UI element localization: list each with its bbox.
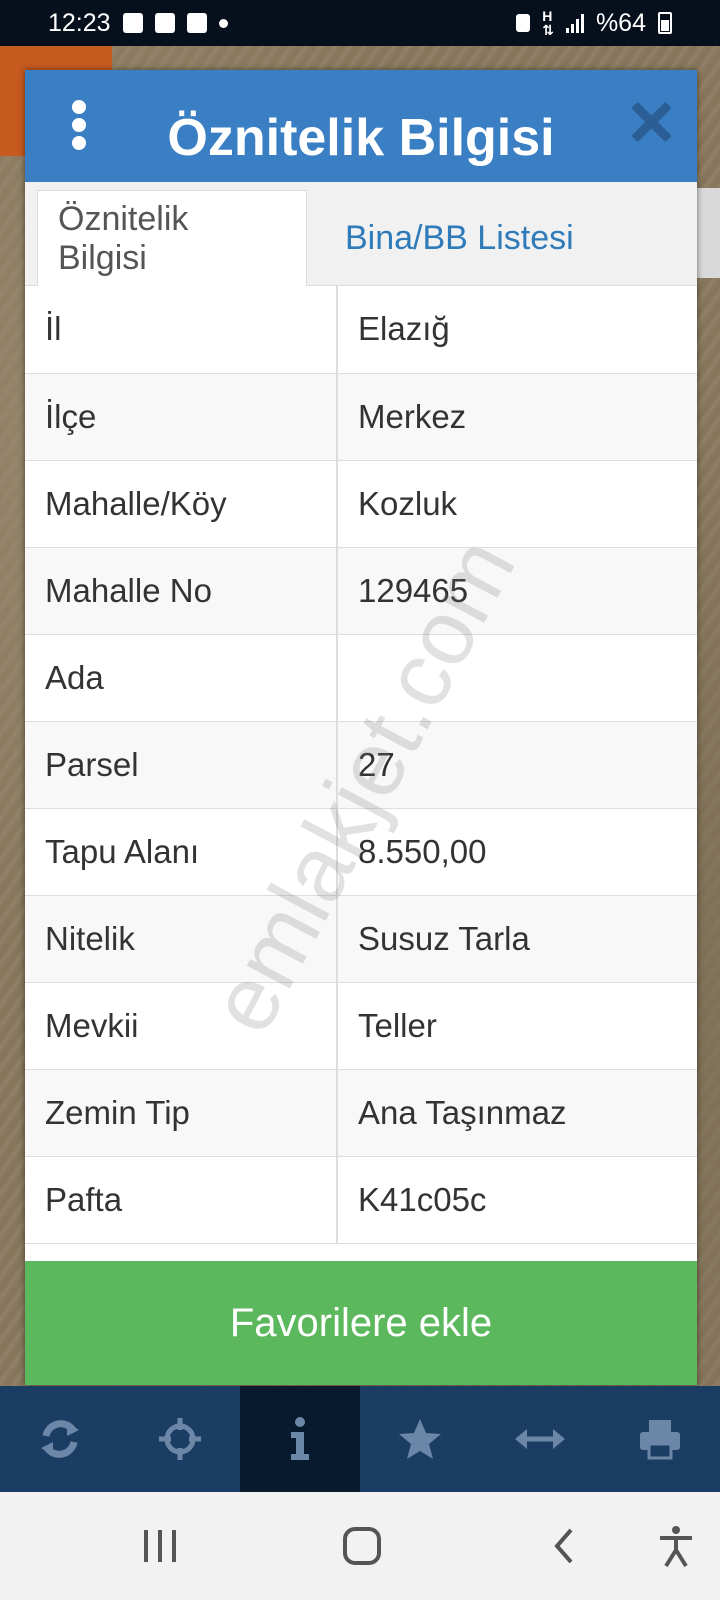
accessibility-button[interactable] [640, 1510, 712, 1582]
row-key: Parsel [25, 721, 338, 809]
row-key: Mahalle No [25, 547, 338, 635]
close-icon[interactable] [629, 100, 673, 144]
star-icon [399, 1419, 441, 1459]
table-row: Pafta K41c05c [25, 1156, 697, 1244]
row-key: Mevkii [25, 982, 338, 1070]
gallery-icon [122, 13, 143, 33]
status-bar: 12:23 H ⇅ %64 [0, 0, 720, 46]
locate-button[interactable] [120, 1386, 240, 1492]
table-row: İlçe Merkez [25, 373, 697, 461]
row-value: Teller [337, 982, 697, 1070]
info-icon [291, 1417, 309, 1460]
favorites-button[interactable] [360, 1386, 480, 1492]
row-value [337, 634, 697, 722]
row-key: İl [25, 286, 338, 374]
row-value: Susuz Tarla [337, 895, 697, 983]
table-row: Mahalle/Köy Kozluk [25, 460, 697, 548]
table-row: Nitelik Susuz Tarla [25, 895, 697, 983]
row-value: Elazığ [337, 286, 697, 374]
recent-apps-icon [144, 1530, 176, 1562]
status-right: H ⇅ %64 [516, 9, 672, 38]
row-key: İlçe [25, 373, 338, 461]
row-value: Merkez [337, 373, 697, 461]
print-button[interactable] [600, 1386, 720, 1492]
dialog-title: Öznitelik Bilgisi [167, 109, 555, 167]
measure-icon [515, 1429, 565, 1449]
status-time: 12:23 [48, 8, 111, 37]
tab-bar: Öznitelik Bilgisi Bina/BB Listesi [25, 182, 697, 286]
back-button[interactable] [528, 1510, 600, 1582]
row-key: Tapu Alanı [25, 808, 338, 896]
facebook-icon [154, 13, 175, 33]
recycle-icon [516, 14, 531, 32]
row-value: Kozluk [337, 460, 697, 548]
attribute-table: İl Elazığ İlçe Merkez Mahalle/Köy Kozluk Ma… [25, 286, 697, 1244]
measure-button[interactable] [480, 1386, 600, 1492]
table-row: Tapu Alanı 8.550,00 [25, 808, 697, 896]
accessibility-icon [660, 1526, 692, 1568]
dialog-header: Öznitelik Bilgisi [25, 70, 697, 182]
table-row: İl Elazığ [25, 286, 697, 374]
table-row: Mahalle No 129465 [25, 547, 697, 635]
tab-building-list[interactable]: Bina/BB Listesi [325, 190, 594, 286]
row-value: 27 [337, 721, 697, 809]
table-row: Mevkii Teller [25, 982, 697, 1070]
row-key: Zemin Tip [25, 1069, 338, 1157]
row-key: Pafta [25, 1156, 338, 1244]
map-toolbar [0, 1386, 720, 1492]
back-icon [554, 1528, 573, 1564]
row-value: 129465 [337, 547, 697, 635]
row-value: K41c05c [337, 1156, 697, 1244]
attribute-dialog: Öznitelik Bilgisi Öznitelik Bilgisi Bina… [25, 70, 697, 1385]
recent-apps-button[interactable] [124, 1510, 196, 1582]
notification-dot [218, 18, 228, 28]
home-icon [343, 1527, 381, 1565]
row-key: Ada [25, 634, 338, 722]
system-nav-bar [0, 1492, 720, 1600]
row-key: Nitelik [25, 895, 338, 983]
row-value: Ana Taşınmaz [337, 1069, 697, 1157]
refresh-button[interactable] [0, 1386, 120, 1492]
status-left: 12:23 [48, 9, 228, 38]
add-to-favorites-button[interactable]: Favorilere ekle [25, 1261, 697, 1385]
info-button[interactable] [240, 1386, 360, 1492]
facebook-icon [186, 13, 207, 33]
table-row: Ada [25, 634, 697, 722]
tab-attribute-info[interactable]: Öznitelik Bilgisi [37, 190, 307, 286]
table-row: Zemin Tip Ana Taşınmaz [25, 1069, 697, 1157]
refresh-icon [41, 1420, 79, 1458]
battery-percent: %64 [595, 8, 646, 37]
print-icon [640, 1420, 680, 1460]
network-icon: H ⇅ [542, 8, 554, 38]
signal-icon [565, 13, 584, 33]
row-value: 8.550,00 [337, 808, 697, 896]
battery-icon [658, 12, 672, 34]
table-row: Parsel 27 [25, 721, 697, 809]
crosshair-icon [159, 1418, 201, 1460]
home-button[interactable] [326, 1510, 398, 1582]
row-key: Mahalle/Köy [25, 460, 338, 548]
